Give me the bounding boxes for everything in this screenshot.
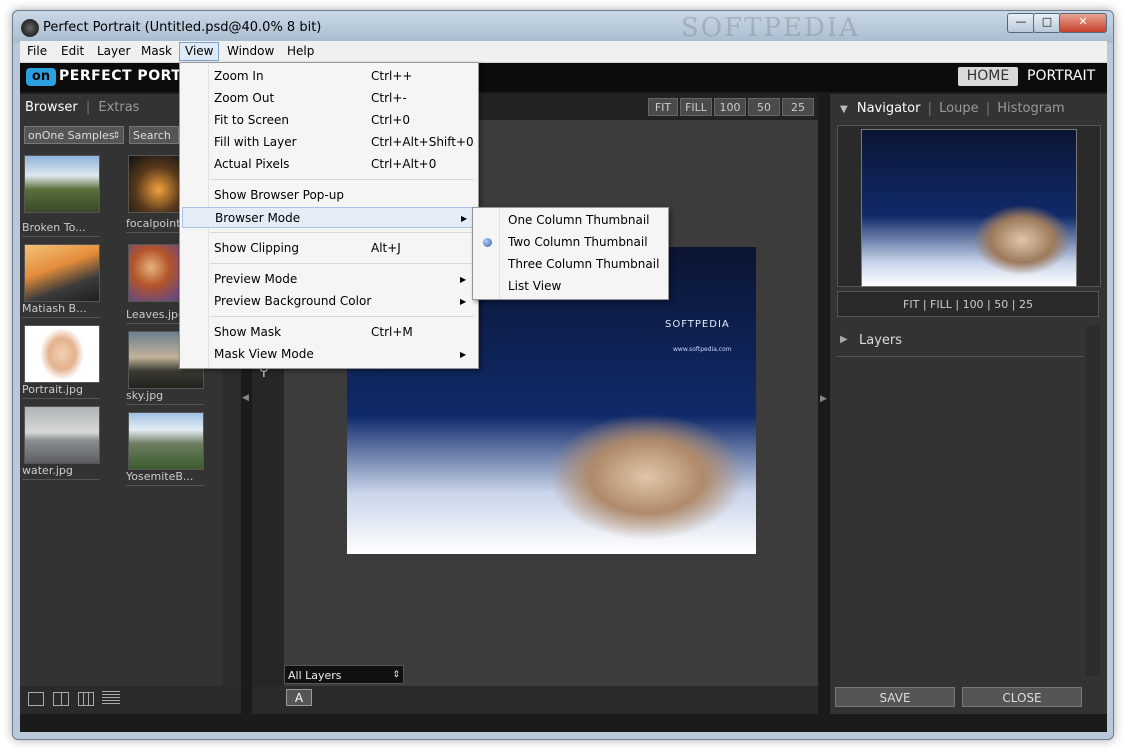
zoom-fit-button[interactable]: FIT bbox=[648, 98, 678, 116]
menu-item-mask-view-mode[interactable]: Mask View Mode ▶ bbox=[182, 344, 476, 365]
tab-divider: | bbox=[85, 100, 91, 115]
thumbnail-label: water.jpg bbox=[22, 464, 100, 480]
menu-item-zoom-in[interactable]: Zoom In Ctrl++ bbox=[182, 66, 476, 87]
window-title: Perfect Portrait (Untitled.psd@40.0% 8 b… bbox=[43, 20, 322, 35]
menu-file[interactable]: File bbox=[22, 43, 52, 60]
expand-triangle-icon[interactable]: ▼ bbox=[840, 104, 848, 115]
collapse-right-icon[interactable]: ▶ bbox=[820, 394, 827, 404]
thumbnail-label: sky.jpg bbox=[126, 389, 204, 405]
layers-panel-header[interactable]: ▶ Layers bbox=[837, 326, 1084, 357]
tab-loupe[interactable]: Loupe bbox=[939, 101, 978, 116]
navigator-box bbox=[837, 125, 1101, 287]
menu-item-preview-background-color[interactable]: Preview Background Color ▶ bbox=[182, 291, 476, 312]
right-panel-scrollbar[interactable] bbox=[1086, 326, 1100, 676]
two-column-view-icon[interactable] bbox=[53, 692, 69, 706]
submenu-item-two-column[interactable]: Two Column Thumbnail bbox=[475, 232, 666, 253]
menu-item-actual-pixels[interactable]: Actual Pixels Ctrl+Alt+0 bbox=[182, 154, 476, 175]
layers-select[interactable]: All Layers ⇕ bbox=[284, 665, 404, 684]
collapsed-triangle-icon[interactable]: ▶ bbox=[840, 334, 848, 345]
menu-separator bbox=[210, 179, 474, 180]
menu-window[interactable]: Window bbox=[222, 43, 279, 60]
thumbnail-label: Broken To... bbox=[22, 221, 100, 237]
radio-selected-icon bbox=[483, 238, 492, 247]
browser-mode-submenu: One Column Thumbnail Two Column Thumbnai… bbox=[472, 207, 669, 300]
submenu-arrow-icon: ▶ bbox=[460, 297, 467, 306]
menu-item-show-clipping[interactable]: Show Clipping Alt+J bbox=[182, 238, 476, 259]
zoom-25-button[interactable]: 25 bbox=[782, 98, 814, 116]
menu-item-show-mask[interactable]: Show Mask Ctrl+M bbox=[182, 322, 476, 343]
source-select[interactable]: onOne Samples ⇕ bbox=[24, 126, 124, 144]
maximize-button[interactable]: □ bbox=[1033, 13, 1061, 33]
view-mode-toolbar bbox=[20, 686, 241, 714]
watermark: SOFTPEDIA bbox=[681, 13, 860, 43]
thumbnail-label: YosemiteB... bbox=[126, 470, 204, 486]
zoom-100-button[interactable]: 100 bbox=[714, 98, 746, 116]
mask-a-button[interactable]: A bbox=[286, 689, 312, 706]
submenu-item-one-column[interactable]: One Column Thumbnail bbox=[475, 210, 666, 231]
app-icon bbox=[21, 19, 39, 37]
menu-bar: File Edit Layer Mask View Window Help bbox=[20, 41, 1107, 63]
view-menu-dropdown: Zoom In Ctrl++ Zoom Out Ctrl+- Fit to Sc… bbox=[179, 62, 479, 369]
menu-separator bbox=[210, 263, 474, 264]
right-collapse-strip[interactable]: ▶ bbox=[818, 94, 830, 714]
thumbnail-matiash-bridge[interactable] bbox=[24, 244, 100, 302]
app-logo-text: PERFECT PORTR bbox=[59, 68, 193, 84]
menu-item-browser-mode[interactable]: Browser Mode ▶ bbox=[182, 207, 476, 228]
save-button[interactable]: SAVE bbox=[835, 687, 955, 707]
search-input[interactable]: Search bbox=[129, 126, 179, 144]
menu-mask[interactable]: Mask bbox=[136, 43, 177, 60]
navigator-thumbnail[interactable] bbox=[861, 129, 1077, 287]
home-button[interactable]: HOME bbox=[958, 67, 1018, 86]
layers-select-value: All Layers bbox=[288, 669, 342, 682]
updown-arrow-icon: ⇕ bbox=[392, 670, 400, 680]
photo-logo-text: SOFTPEDIA bbox=[665, 319, 730, 330]
thumbnail-label: Portrait.jpg bbox=[22, 383, 100, 399]
submenu-arrow-icon: ▶ bbox=[460, 275, 467, 284]
menu-item-zoom-out[interactable]: Zoom Out Ctrl+- bbox=[182, 88, 476, 109]
canvas-bottom-bar bbox=[252, 686, 818, 714]
navigator-zoom-options[interactable]: FIT | FILL | 100 | 50 | 25 bbox=[837, 291, 1099, 317]
tab-extras[interactable]: Extras bbox=[98, 100, 139, 115]
thumbnail-label: Matiash B... bbox=[22, 302, 100, 318]
thumbnail-broken-top[interactable] bbox=[24, 155, 100, 213]
thumbnail-yosemite[interactable] bbox=[128, 412, 204, 470]
tab-browser[interactable]: Browser bbox=[25, 100, 78, 115]
collapse-left-icon[interactable]: ◀ bbox=[242, 393, 250, 423]
portrait-module-label[interactable]: PORTRAIT bbox=[1027, 68, 1095, 84]
tab-histogram[interactable]: Histogram bbox=[997, 101, 1064, 116]
layers-title: Layers bbox=[859, 333, 903, 348]
submenu-item-three-column[interactable]: Three Column Thumbnail bbox=[475, 254, 666, 275]
menu-separator bbox=[210, 232, 474, 233]
single-view-icon[interactable] bbox=[28, 692, 44, 706]
menu-separator bbox=[210, 316, 474, 317]
right-panel: ▼ Navigator | Loupe | Histogram FIT | FI… bbox=[830, 94, 1107, 714]
menu-help[interactable]: Help bbox=[282, 43, 319, 60]
list-view-icon[interactable] bbox=[102, 691, 120, 705]
tab-navigator[interactable]: Navigator bbox=[857, 101, 921, 116]
updown-arrow-icon: ⇕ bbox=[112, 131, 120, 141]
menu-edit[interactable]: Edit bbox=[56, 43, 89, 60]
onone-logo-icon: on bbox=[26, 68, 56, 86]
minimize-button[interactable]: — bbox=[1007, 13, 1035, 33]
close-button[interactable]: CLOSE bbox=[962, 687, 1082, 707]
zoom-50-button[interactable]: 50 bbox=[748, 98, 780, 116]
submenu-arrow-icon: ▶ bbox=[460, 350, 467, 359]
menu-item-show-browser-popup[interactable]: Show Browser Pop-up bbox=[182, 185, 476, 206]
close-window-button[interactable]: ✕ bbox=[1059, 13, 1107, 33]
photo-url-text: www.softpedia.com bbox=[673, 346, 732, 353]
menu-layer[interactable]: Layer bbox=[92, 43, 135, 60]
submenu-arrow-icon: ▶ bbox=[461, 214, 468, 223]
title-bar[interactable]: Perfect Portrait (Untitled.psd@40.0% 8 b… bbox=[13, 11, 1113, 43]
menu-item-fit-to-screen[interactable]: Fit to Screen Ctrl+0 bbox=[182, 110, 476, 131]
thumbnail-water[interactable] bbox=[24, 406, 100, 464]
menu-view[interactable]: View bbox=[179, 42, 220, 61]
search-placeholder: Search bbox=[133, 129, 171, 142]
submenu-item-list-view[interactable]: List View bbox=[475, 276, 666, 297]
zoom-fill-button[interactable]: FILL bbox=[680, 98, 712, 116]
source-select-value: onOne Samples bbox=[28, 129, 115, 142]
menu-item-fill-with-layer[interactable]: Fill with Layer Ctrl+Alt+Shift+0 bbox=[182, 132, 476, 153]
menu-item-preview-mode[interactable]: Preview Mode ▶ bbox=[182, 269, 476, 290]
three-column-view-icon[interactable] bbox=[78, 692, 94, 706]
thumbnail-portrait[interactable] bbox=[24, 325, 100, 383]
